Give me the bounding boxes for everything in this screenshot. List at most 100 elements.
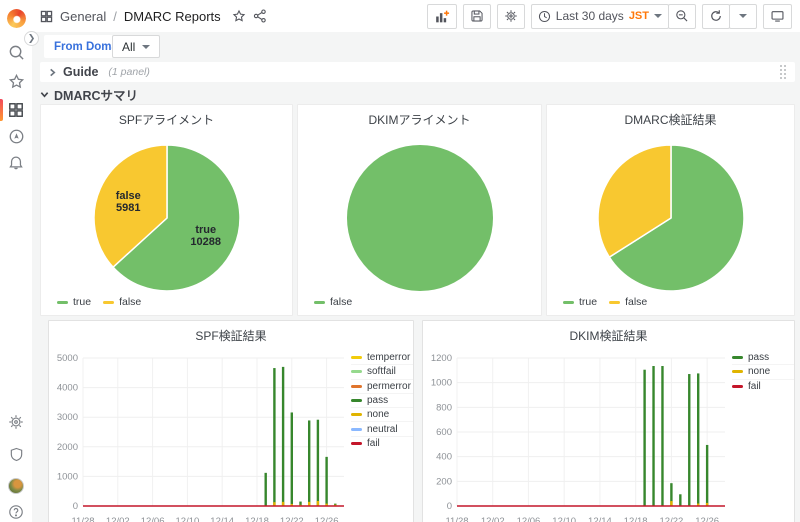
explore-compass-icon[interactable] (0, 124, 32, 148)
row-dmarc-summary-expanded[interactable]: DMARCサマリ (40, 86, 138, 102)
bar-pass (643, 370, 645, 506)
breadcrumb-folder[interactable]: General (60, 9, 106, 24)
legend-label: fail (367, 438, 380, 449)
x-axis-tick-label: 12/18 (245, 516, 269, 522)
legend-item[interactable]: pass (732, 351, 794, 365)
grafana-logo[interactable] (0, 6, 32, 30)
pie-slice-false[interactable] (347, 145, 493, 291)
help-icon[interactable] (0, 500, 32, 522)
clock-icon (538, 10, 551, 23)
legend-color-dash (103, 301, 114, 304)
x-axis-tick-label: 12/06 (141, 516, 165, 522)
sidebar-expand-button[interactable]: ❯ (24, 31, 39, 46)
top-header: General / DMARC Reports Last 30 days JST (32, 0, 800, 32)
panel-spf-alignment: SPFアライメント true10288false5981 true false (40, 104, 293, 316)
bar-pass (308, 420, 310, 506)
y-axis-tick-label: 4000 (57, 383, 78, 394)
row-guide-collapsed[interactable]: Guide (1 panel) (40, 62, 795, 82)
save-dashboard-button[interactable] (463, 4, 491, 29)
legend-item[interactable]: fail (732, 380, 794, 394)
bar-pass (265, 473, 267, 506)
y-axis-tick-label: 0 (73, 501, 78, 512)
legend-color-dash (351, 428, 362, 431)
bar-pass (679, 494, 681, 506)
dashboards-icon[interactable] (0, 98, 32, 122)
time-controls: Last 30 days JST (531, 4, 696, 29)
y-axis-tick-label: 2000 (57, 442, 78, 453)
alerting-bell-icon[interactable] (0, 150, 32, 174)
bar-pass (282, 367, 284, 506)
refresh-interval-dropdown[interactable] (729, 4, 757, 29)
panel-add-button[interactable] (427, 4, 457, 29)
legend-item[interactable]: temperror (351, 351, 413, 365)
legend-label: false (119, 296, 141, 308)
x-axis-tick-label: 12/14 (588, 516, 612, 522)
legend-label: neutral (367, 424, 398, 435)
y-axis-tick-label: 1000 (431, 378, 452, 389)
legend-item[interactable]: none (351, 408, 413, 422)
legend-color-dash (351, 399, 362, 402)
caret-down-icon (654, 14, 662, 18)
share-icon[interactable] (253, 9, 267, 23)
panel-title[interactable]: DMARC検証結果 (547, 111, 794, 128)
row-guide-label: Guide (63, 65, 98, 79)
configuration-gear-icon[interactable] (0, 410, 32, 434)
bar-pass (688, 374, 690, 506)
bar-pass (325, 457, 327, 506)
favorite-star-icon[interactable] (232, 9, 246, 23)
user-avatar[interactable] (0, 474, 32, 498)
legend-item[interactable]: true (563, 296, 597, 308)
bar-pass (317, 420, 319, 506)
pie-legend: true false (57, 296, 141, 308)
dashboard-settings-button[interactable] (497, 4, 525, 29)
kiosk-mode-button[interactable] (763, 4, 792, 29)
panel-title[interactable]: SPFアライメント (41, 111, 292, 128)
legend-label: true (73, 296, 91, 308)
legend-item[interactable]: false (609, 296, 647, 308)
legend-item[interactable]: pass (351, 394, 413, 408)
legend-item[interactable]: false (103, 296, 141, 308)
y-axis-tick-label: 400 (436, 452, 452, 463)
starred-icon[interactable] (0, 69, 32, 93)
panel-dmarc-result: DMARC検証結果 true false (546, 104, 795, 316)
legend-item[interactable]: true (57, 296, 91, 308)
x-axis-tick-label: 12/02 (106, 516, 130, 522)
pie-chart-spf-alignment: true10288false5981 (92, 143, 242, 293)
bar-pass (273, 368, 275, 506)
panel-dkim-verification: DKIM検証結果 11/2812/0212/0612/1012/1412/181… (422, 320, 795, 522)
breadcrumb-dashboard-title[interactable]: DMARC Reports (124, 9, 221, 24)
legend-item[interactable]: none (732, 365, 794, 379)
chevron-down-icon (40, 90, 49, 99)
time-range-picker[interactable]: Last 30 days JST (531, 4, 669, 29)
pie-legend: false (314, 296, 352, 308)
bar-pass (652, 366, 654, 506)
x-axis-tick-label: 12/02 (481, 516, 505, 522)
y-axis-tick-label: 800 (436, 402, 452, 413)
legend-color-dash (57, 301, 68, 304)
row-dmarc-summary-label: DMARCサマリ (54, 85, 138, 104)
legend-item[interactable]: permerror (351, 380, 413, 394)
legend-item[interactable]: softfail (351, 365, 413, 379)
y-axis-tick-label: 3000 (57, 412, 78, 423)
row-drag-handle[interactable] (780, 65, 787, 80)
legend-color-dash (351, 413, 362, 416)
panel-title[interactable]: DKIMアライメント (298, 111, 541, 128)
variable-value-dropdown[interactable]: All (112, 35, 160, 58)
caret-down-icon (739, 14, 747, 18)
legend-item[interactable]: fail (351, 437, 413, 451)
legend-label: false (330, 296, 352, 308)
x-axis-tick-label: 12/22 (280, 516, 304, 522)
breadcrumb: General / DMARC Reports (40, 9, 267, 24)
legend-item[interactable]: neutral (351, 422, 413, 436)
y-axis-tick-label: 1200 (431, 353, 452, 364)
refresh-button[interactable] (702, 4, 730, 29)
legend-label: permerror (367, 381, 411, 392)
server-admin-shield-icon[interactable] (0, 442, 32, 466)
legend-item[interactable]: false (314, 296, 352, 308)
legend-label: temperror (367, 352, 410, 363)
panel-spf-verification: SPF検証結果 11/2812/0212/0612/1012/1412/1812… (48, 320, 414, 522)
legend-color-dash (351, 356, 362, 359)
zoom-out-button[interactable] (668, 4, 696, 29)
y-axis-tick-label: 0 (447, 501, 452, 512)
legend-label: softfail (367, 366, 396, 377)
